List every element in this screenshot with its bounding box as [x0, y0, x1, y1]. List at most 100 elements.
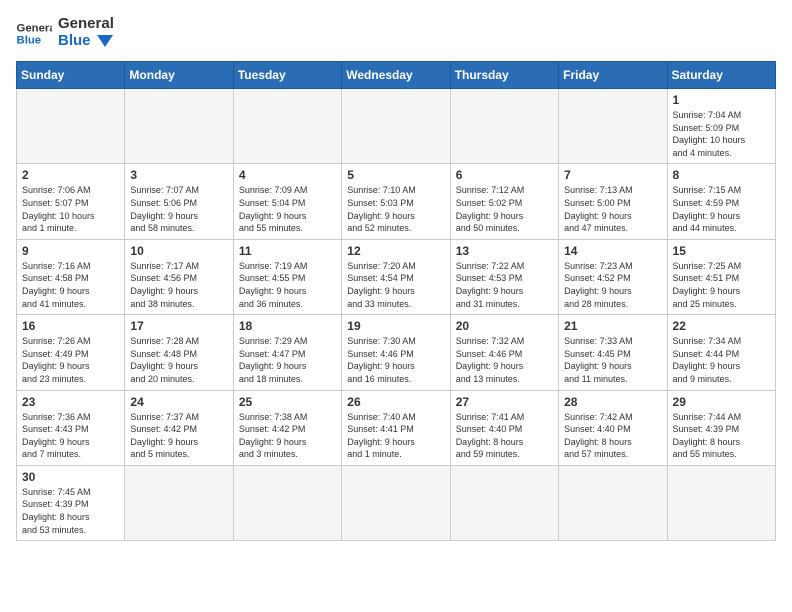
calendar-cell: 6 Sunrise: 7:12 AM Sunset: 5:02 PM Daylig…: [450, 164, 558, 239]
weekday-header-tuesday: Tuesday: [233, 62, 341, 89]
calendar-cell: 22 Sunrise: 7:34 AM Sunset: 4:44 PM Dayli…: [667, 315, 775, 390]
day-info: Sunrise: 7:13 AM Sunset: 5:00 PM Dayligh…: [564, 184, 661, 234]
calendar-cell: 16Sunrise: 7:26 AM Sunset: 4:49 PM Dayli…: [17, 315, 125, 390]
day-number: 6: [456, 168, 553, 182]
week-row-3: 9 Sunrise: 7:16 AM Sunset: 4:58 PM Daylig…: [17, 239, 776, 314]
calendar-cell: [559, 465, 667, 540]
day-info: Sunrise: 7:04 AM Sunset: 5:09 PM Dayligh…: [673, 109, 770, 159]
calendar-cell: 29 Sunrise: 7:44 AM Sunset: 4:39 PM Dayli…: [667, 390, 775, 465]
day-number: 18: [239, 319, 336, 333]
day-number: 9: [22, 244, 119, 258]
week-row-4: 16Sunrise: 7:26 AM Sunset: 4:49 PM Dayli…: [17, 315, 776, 390]
logo-blue: Blue: [58, 33, 114, 50]
day-info: Sunrise: 7:17 AM Sunset: 4:56 PM Dayligh…: [130, 260, 227, 310]
day-info: Sunrise: 7:44 AM Sunset: 4:39 PM Dayligh…: [673, 411, 770, 461]
calendar-cell: 19 Sunrise: 7:30 AM Sunset: 4:46 PM Dayli…: [342, 315, 450, 390]
weekday-header-friday: Friday: [559, 62, 667, 89]
day-number: 20: [456, 319, 553, 333]
day-info: Sunrise: 7:15 AM Sunset: 4:59 PM Dayligh…: [673, 184, 770, 234]
day-number: 10: [130, 244, 227, 258]
day-info: Sunrise: 7:32 AM Sunset: 4:46 PM Dayligh…: [456, 335, 553, 385]
day-number: 12: [347, 244, 444, 258]
day-number: 2: [22, 168, 119, 182]
calendar-cell: 10 Sunrise: 7:17 AM Sunset: 4:56 PM Dayli…: [125, 239, 233, 314]
calendar-cell: 25Sunrise: 7:38 AM Sunset: 4:42 PM Dayli…: [233, 390, 341, 465]
calendar-table: SundayMondayTuesdayWednesdayThursdayFrid…: [16, 61, 776, 541]
calendar-cell: 17Sunrise: 7:28 AM Sunset: 4:48 PM Dayli…: [125, 315, 233, 390]
day-info: Sunrise: 7:45 AM Sunset: 4:39 PM Dayligh…: [22, 486, 119, 536]
day-number: 28: [564, 395, 661, 409]
weekday-header-saturday: Saturday: [667, 62, 775, 89]
day-number: 19: [347, 319, 444, 333]
day-info: Sunrise: 7:09 AM Sunset: 5:04 PM Dayligh…: [239, 184, 336, 234]
calendar-cell: [17, 89, 125, 164]
calendar-cell: 18 Sunrise: 7:29 AM Sunset: 4:47 PM Dayli…: [233, 315, 341, 390]
calendar-cell: 30 Sunrise: 7:45 AM Sunset: 4:39 PM Dayli…: [17, 465, 125, 540]
day-info: Sunrise: 7:38 AM Sunset: 4:42 PM Dayligh…: [239, 411, 336, 461]
calendar-cell: 1 Sunrise: 7:04 AM Sunset: 5:09 PM Daylig…: [667, 89, 775, 164]
day-info: Sunrise: 7:26 AM Sunset: 4:49 PM Dayligh…: [22, 335, 119, 385]
calendar-cell: 21Sunrise: 7:33 AM Sunset: 4:45 PM Dayli…: [559, 315, 667, 390]
day-number: 4: [239, 168, 336, 182]
day-info: Sunrise: 7:33 AM Sunset: 4:45 PM Dayligh…: [564, 335, 661, 385]
weekday-header-thursday: Thursday: [450, 62, 558, 89]
calendar-cell: 7 Sunrise: 7:13 AM Sunset: 5:00 PM Daylig…: [559, 164, 667, 239]
logo: General Blue General Blue: [16, 16, 114, 49]
day-number: 7: [564, 168, 661, 182]
day-number: 8: [673, 168, 770, 182]
day-info: Sunrise: 7:42 AM Sunset: 4:40 PM Dayligh…: [564, 411, 661, 461]
day-info: Sunrise: 7:28 AM Sunset: 4:48 PM Dayligh…: [130, 335, 227, 385]
day-number: 1: [673, 93, 770, 107]
day-number: 29: [673, 395, 770, 409]
calendar-cell: 14Sunrise: 7:23 AM Sunset: 4:52 PM Dayli…: [559, 239, 667, 314]
calendar-cell: 5Sunrise: 7:10 AM Sunset: 5:03 PM Daylig…: [342, 164, 450, 239]
calendar-cell: [342, 89, 450, 164]
calendar-cell: 2Sunrise: 7:06 AM Sunset: 5:07 PM Daylig…: [17, 164, 125, 239]
logo-triangle-icon: [97, 35, 113, 47]
day-number: 3: [130, 168, 227, 182]
day-info: Sunrise: 7:30 AM Sunset: 4:46 PM Dayligh…: [347, 335, 444, 385]
day-number: 24: [130, 395, 227, 409]
calendar-cell: 28 Sunrise: 7:42 AM Sunset: 4:40 PM Dayli…: [559, 390, 667, 465]
day-info: Sunrise: 7:07 AM Sunset: 5:06 PM Dayligh…: [130, 184, 227, 234]
calendar-cell: [342, 465, 450, 540]
day-number: 15: [673, 244, 770, 258]
calendar-cell: 13Sunrise: 7:22 AM Sunset: 4:53 PM Dayli…: [450, 239, 558, 314]
day-info: Sunrise: 7:29 AM Sunset: 4:47 PM Dayligh…: [239, 335, 336, 385]
svg-text:Blue: Blue: [17, 34, 42, 46]
generalblue-logo-icon: General Blue: [16, 19, 52, 47]
calendar-cell: 20 Sunrise: 7:32 AM Sunset: 4:46 PM Dayli…: [450, 315, 558, 390]
day-number: 27: [456, 395, 553, 409]
calendar-cell: [233, 465, 341, 540]
calendar-cell: [125, 465, 233, 540]
day-number: 22: [673, 319, 770, 333]
calendar-cell: 23Sunrise: 7:36 AM Sunset: 4:43 PM Dayli…: [17, 390, 125, 465]
svg-text:General: General: [17, 22, 53, 34]
calendar-cell: 11Sunrise: 7:19 AM Sunset: 4:55 PM Dayli…: [233, 239, 341, 314]
calendar-cell: 9 Sunrise: 7:16 AM Sunset: 4:58 PM Daylig…: [17, 239, 125, 314]
day-info: Sunrise: 7:10 AM Sunset: 5:03 PM Dayligh…: [347, 184, 444, 234]
day-info: Sunrise: 7:25 AM Sunset: 4:51 PM Dayligh…: [673, 260, 770, 310]
calendar-cell: 27Sunrise: 7:41 AM Sunset: 4:40 PM Dayli…: [450, 390, 558, 465]
calendar-cell: 12Sunrise: 7:20 AM Sunset: 4:54 PM Dayli…: [342, 239, 450, 314]
calendar-cell: 3 Sunrise: 7:07 AM Sunset: 5:06 PM Daylig…: [125, 164, 233, 239]
day-info: Sunrise: 7:34 AM Sunset: 4:44 PM Dayligh…: [673, 335, 770, 385]
calendar-cell: [233, 89, 341, 164]
weekday-header-monday: Monday: [125, 62, 233, 89]
day-info: Sunrise: 7:12 AM Sunset: 5:02 PM Dayligh…: [456, 184, 553, 234]
calendar-cell: 4 Sunrise: 7:09 AM Sunset: 5:04 PM Daylig…: [233, 164, 341, 239]
calendar-cell: [450, 465, 558, 540]
week-row-5: 23Sunrise: 7:36 AM Sunset: 4:43 PM Dayli…: [17, 390, 776, 465]
day-info: Sunrise: 7:37 AM Sunset: 4:42 PM Dayligh…: [130, 411, 227, 461]
day-number: 30: [22, 470, 119, 484]
calendar-cell: 15 Sunrise: 7:25 AM Sunset: 4:51 PM Dayli…: [667, 239, 775, 314]
day-number: 14: [564, 244, 661, 258]
calendar-cell: 24 Sunrise: 7:37 AM Sunset: 4:42 PM Dayli…: [125, 390, 233, 465]
weekday-header-row: SundayMondayTuesdayWednesdayThursdayFrid…: [17, 62, 776, 89]
day-info: Sunrise: 7:19 AM Sunset: 4:55 PM Dayligh…: [239, 260, 336, 310]
day-number: 26: [347, 395, 444, 409]
calendar-cell: [559, 89, 667, 164]
day-info: Sunrise: 7:16 AM Sunset: 4:58 PM Dayligh…: [22, 260, 119, 310]
day-number: 13: [456, 244, 553, 258]
calendar-cell: 8 Sunrise: 7:15 AM Sunset: 4:59 PM Daylig…: [667, 164, 775, 239]
